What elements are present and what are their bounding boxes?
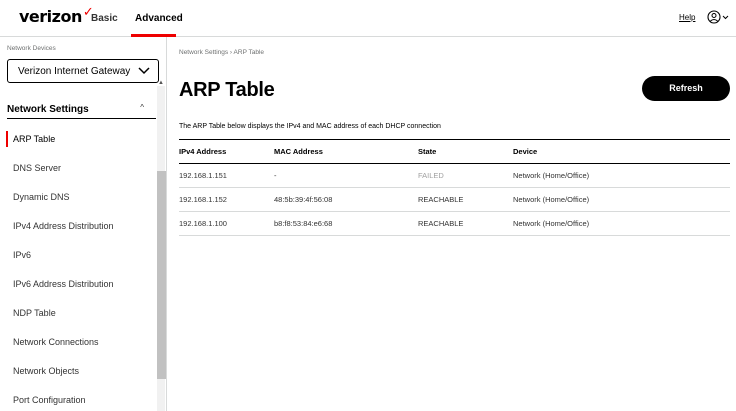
- sidebar: Network Devices Verizon Internet Gateway…: [0, 37, 167, 411]
- network-settings-section-toggle[interactable]: Network Settings ^: [7, 103, 150, 115]
- refresh-button[interactable]: Refresh: [642, 76, 730, 101]
- ipv4-cell: 192.168.1.151: [179, 163, 274, 188]
- mac-cell: 48:5b:39:4f:56:08: [274, 187, 418, 212]
- table-row: 192.168.1.100 b8:f8:53:84:e6:68 REACHABL…: [179, 211, 730, 236]
- page-title: ARP Table: [179, 79, 275, 101]
- mac-cell: -: [274, 163, 418, 188]
- sidebar-item-ipv6-address-distribution[interactable]: IPv6 Address Distribution: [0, 271, 155, 300]
- sidebar-item-dynamic-dns[interactable]: Dynamic DNS: [0, 184, 155, 213]
- chevron-down-icon: [138, 67, 150, 75]
- breadcrumb: Network Settings › ARP Table: [179, 49, 265, 56]
- verizon-logo[interactable]: verizon✓: [19, 5, 94, 26]
- device-cell: Network (Home/Office): [513, 163, 730, 188]
- column-header-mac: MAC Address: [274, 139, 418, 164]
- sidebar-scrollbar-thumb[interactable]: [157, 171, 166, 379]
- sidebar-item-ipv6[interactable]: IPv6: [0, 242, 155, 271]
- device-select-label: Network Devices: [7, 45, 56, 52]
- user-menu-button[interactable]: [706, 9, 732, 25]
- ipv4-cell: 192.168.1.100: [179, 211, 274, 236]
- sidebar-item-arp-table[interactable]: ARP Table: [0, 126, 155, 155]
- device-cell: Network (Home/Office): [513, 187, 730, 212]
- collapse-caret-icon: ^: [140, 103, 144, 112]
- table-row: 192.168.1.152 48:5b:39:4f:56:08 REACHABL…: [179, 187, 730, 212]
- table-header-row: IPv4 Address MAC Address State Device: [179, 139, 730, 164]
- column-header-state: State: [418, 139, 513, 164]
- sidebar-item-network-objects[interactable]: Network Objects: [0, 358, 155, 387]
- top-bar: verizon✓ Basic Advanced Help: [0, 0, 736, 37]
- section-title: Network Settings: [7, 104, 89, 115]
- state-cell: REACHABLE: [418, 187, 513, 212]
- table-description: The ARP Table below displays the IPv4 an…: [179, 123, 441, 130]
- help-link[interactable]: Help: [679, 13, 695, 22]
- sidebar-item-ndp-table[interactable]: NDP Table: [0, 300, 155, 329]
- mac-cell: b8:f8:53:84:e6:68: [274, 211, 418, 236]
- column-header-device: Device: [513, 139, 730, 164]
- arp-table: IPv4 Address MAC Address State Device 19…: [179, 139, 730, 236]
- table-row: 192.168.1.151 - FAILED Network (Home/Off…: [179, 163, 730, 188]
- tab-basic[interactable]: Basic: [91, 13, 118, 24]
- sidebar-item-port-configuration[interactable]: Port Configuration: [0, 387, 155, 411]
- device-select-value: Verizon Internet Gateway: [18, 66, 131, 77]
- scroll-up-arrow-icon[interactable]: ▲: [158, 80, 164, 86]
- tab-advanced[interactable]: Advanced: [135, 13, 183, 24]
- user-circle-icon: [707, 10, 729, 24]
- sidebar-item-ipv4-address-distribution[interactable]: IPv4 Address Distribution: [0, 213, 155, 242]
- ipv4-cell: 192.168.1.152: [179, 187, 274, 212]
- column-header-ipv4: IPv4 Address: [179, 139, 274, 164]
- section-divider: [7, 118, 156, 119]
- sidebar-menu: ARP Table DNS Server Dynamic DNS IPv4 Ad…: [0, 126, 155, 411]
- device-select[interactable]: Verizon Internet Gateway: [7, 59, 159, 83]
- brand-name: verizon: [19, 7, 82, 26]
- state-cell: FAILED: [418, 163, 513, 188]
- state-cell: REACHABLE: [418, 211, 513, 236]
- device-cell: Network (Home/Office): [513, 211, 730, 236]
- sidebar-item-network-connections[interactable]: Network Connections: [0, 329, 155, 358]
- sidebar-item-dns-server[interactable]: DNS Server: [0, 155, 155, 184]
